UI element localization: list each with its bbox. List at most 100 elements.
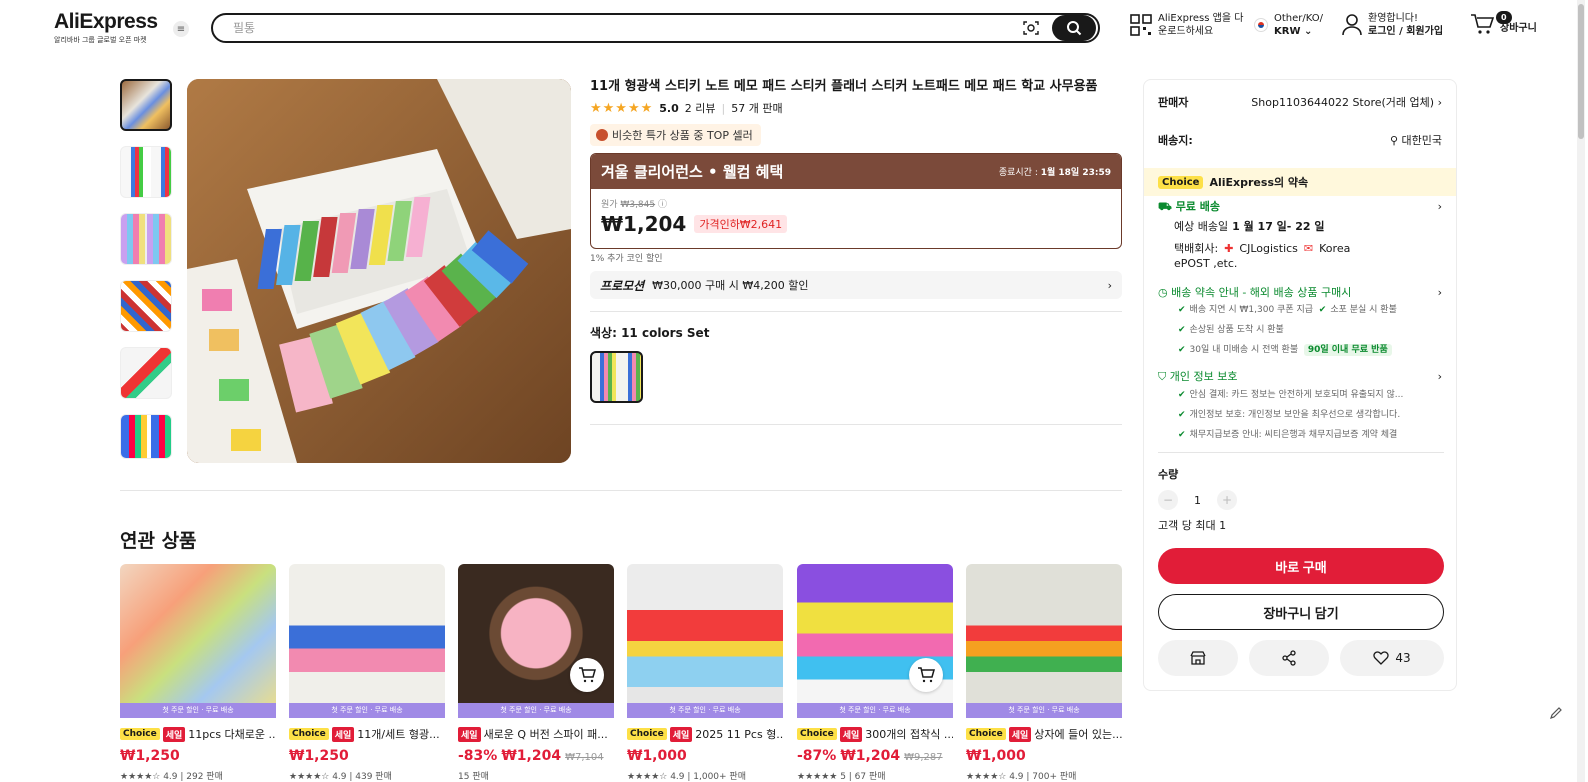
- related-product-name[interactable]: Choice 세일 2025 11 Pcs 형...: [627, 726, 783, 742]
- related-product-card[interactable]: 첫 주문 할인 · 무료 배송 Choice 세일 11pcs 다채로운 ... ₩1,…: [120, 564, 276, 782]
- account-menu[interactable]: 환영합니다! 로그인 / 회원가입: [1342, 12, 1443, 38]
- delivery-guide-row[interactable]: ◷ 배송 약속 안내 - 해외 배송 상품 구매시 ›: [1158, 284, 1442, 300]
- discount-percent: -87%: [797, 748, 837, 764]
- related-product-image[interactable]: 첫 주문 할인 · 무료 배송: [627, 564, 783, 718]
- related-product-name[interactable]: 세일 새로운 Q 버전 스파이 패...: [458, 726, 614, 742]
- location-pin-icon: ⚲: [1389, 134, 1399, 147]
- quantity-label-text: 수량: [1158, 468, 1179, 481]
- current-price: ₩1,204: [601, 212, 687, 236]
- related-product-card[interactable]: 첫 주문 할인 · 무료 배송 Choice 세일 11개/세트 형광... ₩1,25…: [289, 564, 445, 782]
- thumbnail[interactable]: [120, 414, 172, 459]
- original-price: ₩3,845: [620, 200, 656, 210]
- first-order-strip: 첫 주문 할인 · 무료 배송: [458, 703, 614, 718]
- courier-label: 택배회사:: [1174, 242, 1219, 255]
- discount-percent: -83%: [458, 748, 498, 764]
- quantity-stepper: − 1 +: [1158, 490, 1237, 510]
- promo-end-label: 종료시간 :: [998, 168, 1038, 178]
- related-product-card[interactable]: 첫 주문 할인 · 무료 배송 Choice 세일 2025 11 Pcs 형... ₩…: [627, 564, 783, 782]
- guarantee-item: 30일 내 미배송 시 전액 환불: [1189, 345, 1299, 355]
- add-to-cart-icon[interactable]: [570, 658, 604, 692]
- add-to-cart-button[interactable]: 장바구니 담기: [1158, 594, 1444, 630]
- free-shipping-row[interactable]: ⛟ 무료 배송 ›: [1158, 198, 1442, 215]
- korea-post-icon: ✉: [1303, 241, 1314, 255]
- eta-label: 예상 배송일: [1174, 220, 1229, 233]
- share-button[interactable]: [1249, 640, 1329, 676]
- ship-to-row[interactable]: 배송지: ⚲ 대한민국: [1158, 132, 1442, 148]
- search-icon: [1067, 21, 1082, 36]
- thumbnail[interactable]: [120, 146, 172, 198]
- promotion-row[interactable]: 프로모션 ₩30,000 구매 시 ₩4,200 할인 ›: [590, 271, 1122, 299]
- quantity-label: 수량: [1158, 466, 1442, 482]
- feedback-edit-icon[interactable]: [1546, 703, 1566, 723]
- related-product-title: 11pcs 다채로운 ...: [188, 728, 276, 741]
- sale-tag: 세일: [1008, 726, 1032, 742]
- related-product-image[interactable]: 첫 주문 할인 · 무료 배송: [966, 564, 1122, 718]
- privacy-row[interactable]: ⛉ 개인 정보 보호 ›: [1158, 368, 1442, 384]
- related-product-name[interactable]: Choice 세일 상자에 들어 있는...: [966, 726, 1122, 742]
- image-search-icon[interactable]: [1022, 19, 1040, 37]
- search-button[interactable]: [1052, 15, 1096, 41]
- quantity-increase-button[interactable]: +: [1217, 490, 1237, 510]
- divider: [1158, 452, 1444, 453]
- related-product-card[interactable]: 첫 주문 할인 · 무료 배송 세일 새로운 Q 버전 스파이 패... -83% ₩1…: [458, 564, 614, 782]
- thumbnail-list: [120, 79, 172, 474]
- related-product-card[interactable]: 첫 주문 할인 · 무료 배송 Choice 세일 300개의 접착식 ... -87%…: [797, 564, 953, 782]
- heart-icon: [1373, 651, 1390, 665]
- wishlist-count: 43: [1395, 651, 1411, 665]
- chevron-right-icon: ›: [1107, 278, 1112, 292]
- thumbnail[interactable]: [120, 213, 172, 265]
- original-price: ₩9,287: [904, 752, 943, 763]
- wishlist-button[interactable]: 43: [1340, 640, 1444, 676]
- cj-logo-icon: ✚: [1224, 241, 1234, 255]
- info-icon[interactable]: ⓘ: [658, 200, 667, 210]
- related-product-image[interactable]: 첫 주문 할인 · 무료 배송: [289, 564, 445, 718]
- cart-link[interactable]: 0 장바구니: [1470, 11, 1537, 35]
- related-product-name[interactable]: Choice 세일 11개/세트 형광...: [289, 726, 445, 742]
- privacy-title: 개인 정보 보호: [1169, 370, 1238, 383]
- related-product-price: ₩1,000: [966, 748, 1122, 764]
- related-products-title: 연관 상품: [120, 530, 197, 552]
- buy-now-button[interactable]: 바로 구매: [1158, 548, 1444, 584]
- delivery-guarantee-list: ✔ 배송 지연 시 ₩1,300 쿠폰 지급 ✔ 소포 분실 시 환불 ✔ 손상된 상…: [1178, 305, 1397, 356]
- promotion-tag: 프로모션: [600, 278, 645, 293]
- thumbnail[interactable]: [120, 280, 172, 332]
- thumbnail[interactable]: [120, 79, 172, 131]
- choice-tag: Choice: [966, 728, 1006, 740]
- review-count[interactable]: 2 리뷰: [685, 100, 716, 116]
- first-order-strip: 첫 주문 할인 · 무료 배송: [120, 703, 276, 718]
- region-selector[interactable]: Other/KO/KRW ⌄: [1254, 12, 1323, 38]
- section-divider: [120, 490, 1122, 491]
- related-product-image[interactable]: 첫 주문 할인 · 무료 배송: [120, 564, 276, 718]
- related-product-image[interactable]: 첫 주문 할인 · 무료 배송: [797, 564, 953, 718]
- menu-icon[interactable]: ≡: [173, 21, 189, 37]
- aliexpress-logo[interactable]: AliExpress 알리바바 그룹 글로벌 오픈 마켓: [54, 10, 158, 45]
- main-product-image[interactable]: [187, 79, 571, 463]
- choice-tag: Choice: [627, 728, 667, 740]
- related-product-image[interactable]: 첫 주문 할인 · 무료 배송: [458, 564, 614, 718]
- related-product-name[interactable]: Choice 세일 11pcs 다채로운 ...: [120, 726, 276, 742]
- ship-to-value: 대한민국: [1401, 134, 1442, 147]
- thumbnail[interactable]: [120, 347, 172, 399]
- choice-tag: Choice: [1158, 175, 1204, 189]
- related-product-name[interactable]: Choice 세일 300개의 접착식 ...: [797, 726, 953, 742]
- add-to-cart-icon[interactable]: [909, 658, 943, 692]
- related-product-card[interactable]: 첫 주문 할인 · 무료 배송 Choice 세일 상자에 들어 있는... ₩1,00…: [966, 564, 1122, 782]
- promo-price-box: 겨울 클리어런스 • 웰컴 혜택 종료시간 : 1월 18일 23:59 원가 …: [590, 153, 1122, 249]
- color-label: 색상: 11 colors Set: [590, 324, 709, 341]
- seller-row[interactable]: 판매자 Shop1103644022 Store(거래 업체) ›: [1158, 94, 1442, 110]
- color-option-swatch[interactable]: [590, 351, 643, 403]
- seller-label: 판매자: [1158, 96, 1189, 109]
- scrollbar-thumb[interactable]: [1578, 4, 1584, 139]
- first-order-strip: 첫 주문 할인 · 무료 배송: [966, 703, 1122, 718]
- choice-promise-bar: Choice AliExpress의 약속: [1144, 168, 1456, 196]
- promo-end-date: 1월 18일 23:59: [1040, 168, 1111, 178]
- login-signup-link[interactable]: 로그인 / 회원가입: [1368, 25, 1443, 38]
- original-price: ₩7,104: [565, 752, 604, 763]
- purchase-panel: 판매자 Shop1103644022 Store(거래 업체) › 배송지: ⚲…: [1143, 79, 1457, 691]
- quantity-decrease-button[interactable]: −: [1158, 490, 1178, 510]
- related-product-meta: ★★★★☆ 4.9 | 700+ 판매: [966, 772, 1077, 782]
- store-button[interactable]: [1158, 640, 1238, 676]
- quantity-limit: 고객 당 최대 1: [1158, 519, 1227, 532]
- app-download[interactable]: AliExpress 앱을 다 운로드하세요: [1130, 12, 1243, 38]
- search-input[interactable]: [233, 21, 1022, 35]
